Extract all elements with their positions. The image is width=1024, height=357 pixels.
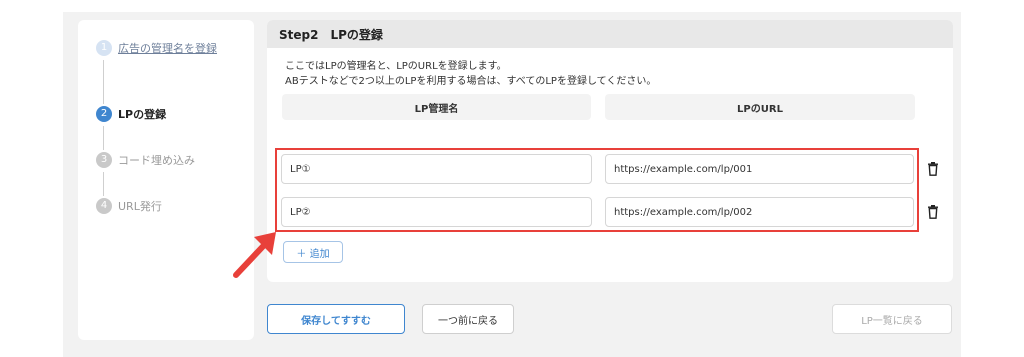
step-label: URL発行: [118, 200, 162, 213]
description-line: ABテストなどで2つ以上のLPを利用する場合は、すべてのLPを登録してください。: [285, 76, 657, 87]
rows-highlight-box: [275, 148, 919, 232]
step-label: LPの登録: [118, 108, 167, 121]
step-number: 4: [96, 198, 112, 214]
step-number: 2: [96, 106, 112, 122]
column-header-lp-name: LP管理名: [282, 94, 591, 120]
step-navigation: 1 広告の管理名を登録 2 LPの登録 3 コード埋め込み 4 URL発行: [78, 20, 254, 340]
step-item-2: 2 LPの登録: [96, 106, 166, 122]
add-lp-button[interactable]: ＋ 追加: [283, 241, 343, 263]
step-number: 3: [96, 152, 112, 168]
step-number: 1: [96, 40, 112, 56]
card-title: Step2 LPの登録: [267, 20, 953, 48]
pointer-arrow-icon: [233, 232, 276, 278]
step-item-1[interactable]: 1 広告の管理名を登録: [96, 40, 217, 56]
step-item-4: 4 URL発行: [96, 198, 162, 214]
step-label: コード埋め込み: [118, 154, 195, 167]
step-connector: [103, 126, 104, 150]
trash-icon[interactable]: [927, 205, 939, 219]
step-connector: [103, 172, 104, 196]
trash-icon[interactable]: [927, 162, 939, 176]
back-button[interactable]: 一つ前に戻る: [422, 304, 514, 334]
description-line: ここではLPの管理名と、LPのURLを登録します。: [285, 61, 507, 72]
back-to-list-button[interactable]: LP一覧に戻る: [832, 304, 952, 334]
column-header-lp-url: LPのURL: [605, 94, 915, 120]
save-and-next-button[interactable]: 保存してすすむ: [267, 304, 405, 334]
step-label[interactable]: 広告の管理名を登録: [118, 40, 217, 56]
step-connector: [103, 60, 104, 104]
step-item-3: 3 コード埋め込み: [96, 152, 195, 168]
card-description: ここではLPの管理名と、LPのURLを登録します。 ABテストなどで2つ以上のL…: [285, 59, 656, 89]
